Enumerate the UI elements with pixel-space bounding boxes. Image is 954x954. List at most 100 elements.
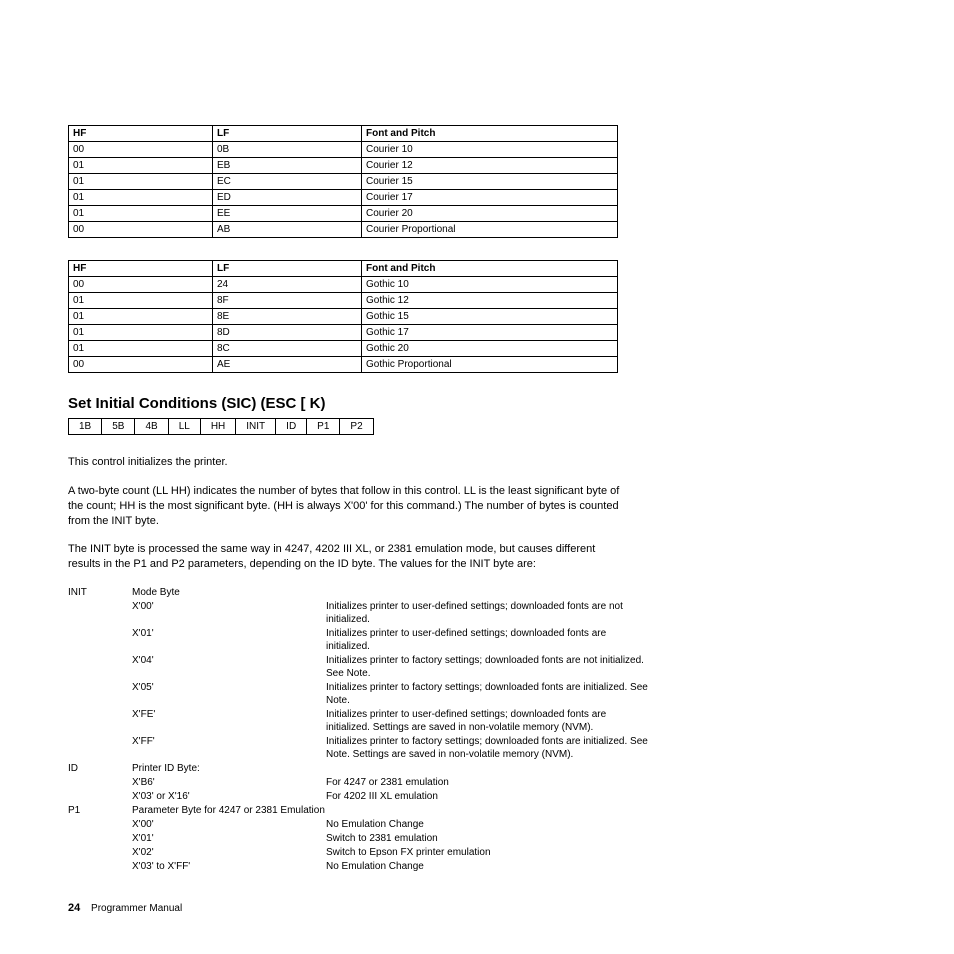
table-cell: 00 [69,357,213,373]
def-value: X'00' [132,818,326,832]
def-empty [68,627,132,654]
table-cell: 01 [69,325,213,341]
table-cell: 24 [213,277,362,293]
def-empty [68,860,132,874]
def-label: Parameter Byte for 4247 or 2381 Emulatio… [132,804,653,818]
table-cell: EB [213,158,362,174]
table-cell: 8F [213,293,362,309]
table-cell: AB [213,222,362,238]
page-content: HF LF Font and Pitch 000BCourier 1001EBC… [0,0,954,954]
def-empty [68,832,132,846]
def-value: X'03' or X'16' [132,790,326,804]
def-value: X'01' [132,627,326,654]
def-empty [68,776,132,790]
def-description: Initializes printer to factory settings;… [326,681,653,708]
def-key-row: INITMode Byte [68,586,653,600]
def-sub-row: X'00'No Emulation Change [68,818,653,832]
table-cell: Gothic 20 [362,341,618,357]
def-value: X'FE' [132,708,326,735]
byte-cell: 4B [135,419,168,435]
def-description: For 4247 or 2381 emulation [326,776,653,790]
table-cell: Courier 20 [362,206,618,222]
table-cell: 00 [69,277,213,293]
table-cell: 01 [69,309,213,325]
def-value: X'03' to X'FF' [132,860,326,874]
table-row: 00AEGothic Proportional [69,357,618,373]
table-cell: 00 [69,222,213,238]
def-empty [68,600,132,627]
table-cell: Gothic 17 [362,325,618,341]
def-description: Initializes printer to user-defined sett… [326,600,653,627]
section-title: Set Initial Conditions (SIC) (ESC [ K) [68,395,794,412]
table-cell: Courier 15 [362,174,618,190]
table-cell: Courier 17 [362,190,618,206]
byte-cell: P1 [307,419,340,435]
table-cell: 8C [213,341,362,357]
table-cell: ED [213,190,362,206]
def-sub-row: X'05'Initializes printer to factory sett… [68,681,653,708]
def-description: Initializes printer to user-defined sett… [326,627,653,654]
table-header: HF [69,261,213,277]
table-row: 000BCourier 10 [69,142,618,158]
table-header: Font and Pitch [362,261,618,277]
byte-sequence-table: 1B5B4BLLHHINITIDP1P2 [68,418,374,435]
def-value: X'B6' [132,776,326,790]
table-cell: 8D [213,325,362,341]
table-cell: Courier Proportional [362,222,618,238]
def-description: Initializes printer to factory settings;… [326,654,653,681]
table-row: 00ABCourier Proportional [69,222,618,238]
def-label: Mode Byte [132,586,653,600]
table-cell: 01 [69,206,213,222]
byte-cell: LL [168,419,200,435]
def-sub-row: X'03' or X'16'For 4202 III XL emulation [68,790,653,804]
def-description: Initializes printer to factory settings;… [326,735,653,762]
table-cell: 01 [69,190,213,206]
def-key: INIT [68,586,132,600]
def-description: For 4202 III XL emulation [326,790,653,804]
def-empty [68,654,132,681]
paragraph: A two-byte count (LL HH) indicates the n… [68,484,628,529]
def-key-row: P1Parameter Byte for 4247 or 2381 Emulat… [68,804,653,818]
page-number: 24 [68,902,80,914]
table-row: 01ECCourier 15 [69,174,618,190]
table-header: LF [213,261,362,277]
paragraph: The INIT byte is processed the same way … [68,542,628,572]
def-empty [68,735,132,762]
def-empty [68,818,132,832]
table-row: 01EECourier 20 [69,206,618,222]
def-sub-row: X'00'Initializes printer to user-defined… [68,600,653,627]
def-empty [68,708,132,735]
def-value: X'02' [132,846,326,860]
def-key: P1 [68,804,132,818]
def-sub-row: X'FF'Initializes printer to factory sett… [68,735,653,762]
def-key-row: IDPrinter ID Byte: [68,762,653,776]
table-header: LF [213,126,362,142]
table-header: HF [69,126,213,142]
table-cell: AE [213,357,362,373]
table-cell: Courier 12 [362,158,618,174]
def-description: No Emulation Change [326,860,653,874]
def-sub-row: X'04'Initializes printer to factory sett… [68,654,653,681]
def-value: X'01' [132,832,326,846]
table-cell: 01 [69,293,213,309]
def-sub-row: X'FE'Initializes printer to user-defined… [68,708,653,735]
table-cell: 01 [69,174,213,190]
table-cell: 00 [69,142,213,158]
table-row: 018CGothic 20 [69,341,618,357]
byte-cell: 1B [69,419,102,435]
def-description: No Emulation Change [326,818,653,832]
table-cell: Gothic 15 [362,309,618,325]
def-sub-row: X'03' to X'FF'No Emulation Change [68,860,653,874]
byte-cell: ID [276,419,307,435]
table-cell: Gothic 10 [362,277,618,293]
table-row: 01EBCourier 12 [69,158,618,174]
table-cell: 0B [213,142,362,158]
def-sub-row: X'01'Initializes printer to user-defined… [68,627,653,654]
byte-cell: P2 [340,419,373,435]
table-cell: Courier 10 [362,142,618,158]
def-key: ID [68,762,132,776]
def-sub-row: X'02'Switch to Epson FX printer emulatio… [68,846,653,860]
def-value: X'FF' [132,735,326,762]
table-header: Font and Pitch [362,126,618,142]
paragraph: This control initializes the printer. [68,455,628,470]
